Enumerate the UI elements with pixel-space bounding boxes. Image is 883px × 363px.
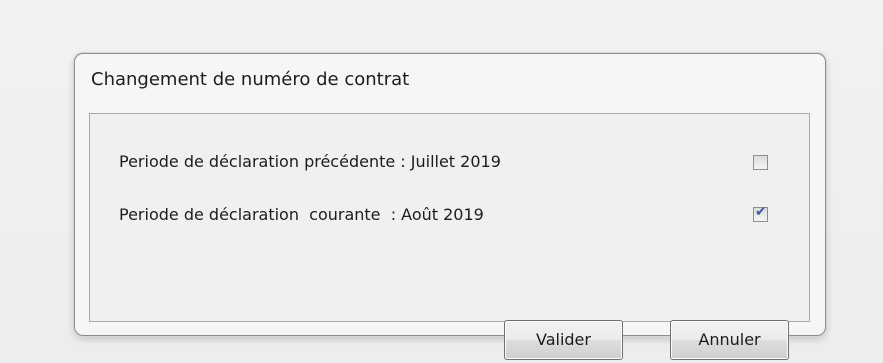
validate-button[interactable]: Valider [504, 320, 623, 360]
contract-number-change-dialog: Changement de numéro de contrat Periode … [74, 53, 826, 360]
check-icon: ✔ [755, 204, 767, 220]
declaration-period-panel: Periode de déclaration précédente : Juil… [89, 113, 810, 360]
current-period-checkbox[interactable]: ✔ [753, 204, 768, 222]
dialog-title: Changement de numéro de contrat [91, 69, 410, 90]
cancel-button[interactable]: Annuler [670, 320, 789, 360]
current-period-label: Periode de déclaration courante : Août 2… [119, 205, 484, 224]
previous-period-label: Periode de déclaration précédente : Juil… [119, 152, 501, 171]
previous-period-checkbox[interactable] [753, 155, 768, 170]
